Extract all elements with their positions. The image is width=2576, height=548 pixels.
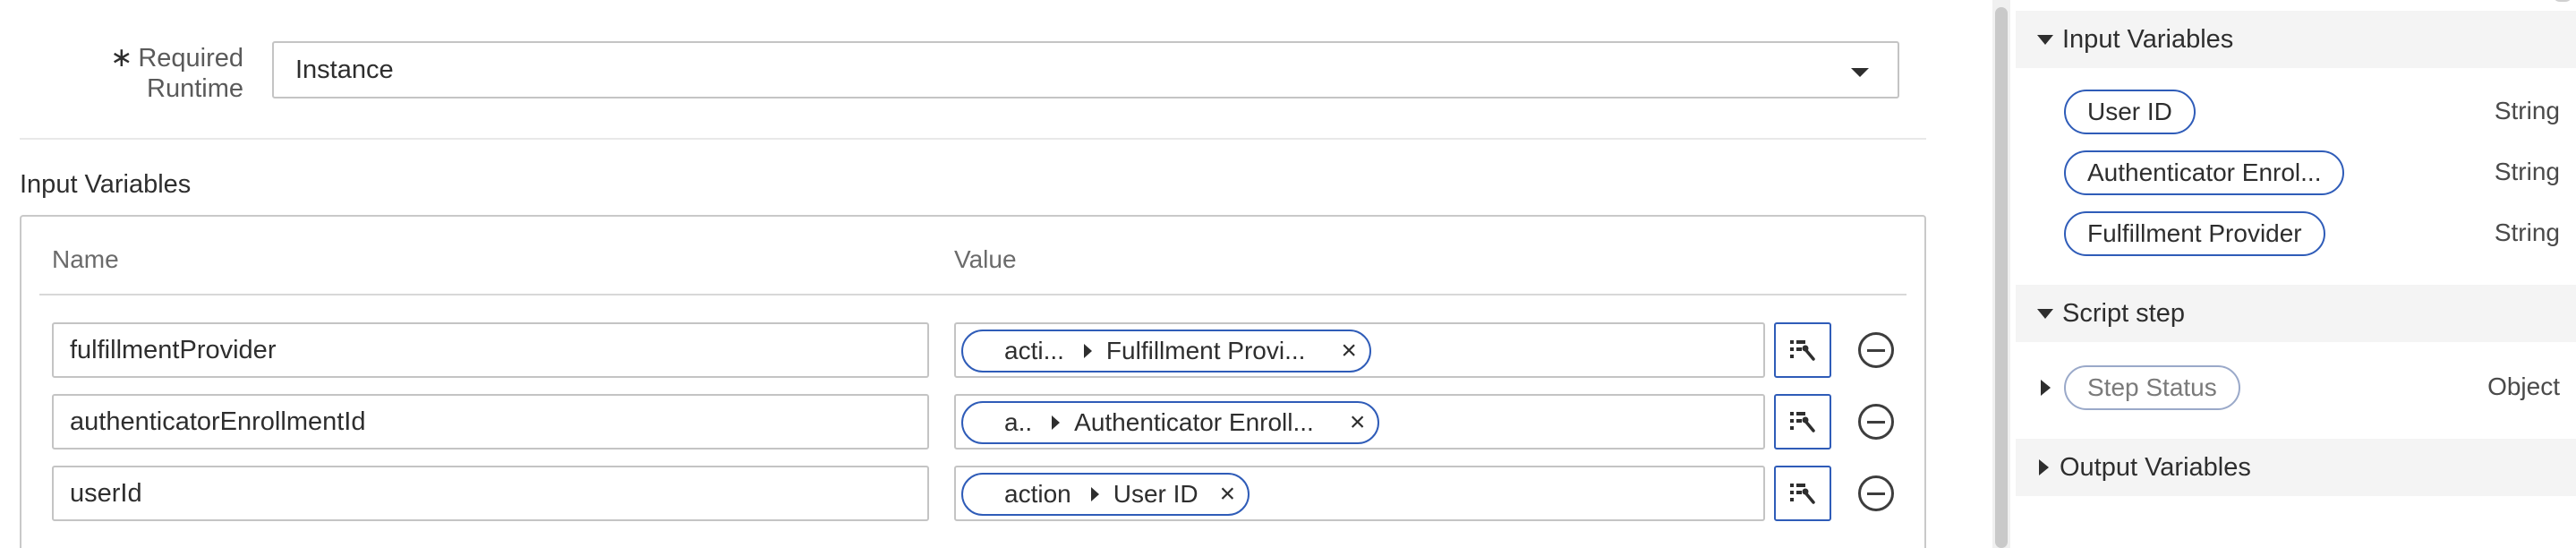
variable-value-input[interactable]: action User ID × [954,466,1765,521]
section-label: Input Variables [2062,24,2234,54]
data-picker-button[interactable] [1774,466,1831,521]
caret-right-icon[interactable] [2041,380,2051,396]
section-divider [20,138,1926,140]
list-item: Step Status Object [2016,365,2576,412]
section-label: Script step [2062,298,2185,328]
pill-prefix: a.. [1004,408,1033,436]
required-marker: ∗ [110,43,133,73]
chevron-right-icon [1083,344,1092,358]
variable-type: String [2494,158,2560,185]
chevron-right-icon [1052,415,1061,430]
variable-name-input[interactable]: userId [52,466,929,521]
remove-row-button[interactable] [1858,475,1894,511]
runtime-label-line2: Runtime [147,74,243,103]
variable-type: String [2494,97,2560,124]
header-divider [39,294,1906,295]
caret-down-icon [2037,34,2053,45]
variable-pill-step-status[interactable]: Step Status [2064,365,2240,410]
data-picker-icon [1790,412,1815,432]
data-panel: Input Variables User ID String Authentic… [2016,0,2576,548]
close-icon[interactable]: × [1220,481,1236,508]
variable-value-input[interactable]: acti... Fulfillment Provi... × [954,322,1765,378]
caret-down-icon [2037,308,2053,319]
data-picker-icon [1790,340,1815,361]
required-runtime-select[interactable]: Instance [272,41,1899,98]
variable-type: String [2494,218,2560,246]
chevron-down-icon [1851,68,1869,77]
pill-label: Fulfillment Provi... [1105,337,1306,364]
data-picker-button[interactable] [1774,394,1831,450]
variable-type: Object [2487,372,2560,400]
pill-prefix: action [1004,480,1071,508]
script-step-section-header[interactable]: Script step [2016,285,2576,342]
caret-right-icon [2039,459,2049,475]
data-picker-icon [1790,484,1815,504]
close-icon[interactable]: × [1350,409,1366,436]
list-item: User ID String [2016,90,2576,136]
required-runtime-label: ∗ Required Runtime [98,43,243,104]
variable-name-input[interactable]: authenticatorEnrollmentId [52,394,929,450]
close-icon[interactable]: × [1341,338,1357,364]
data-pill[interactable]: acti... Fulfillment Provi... × [961,330,1371,372]
variable-pill-fulfillment[interactable]: Fulfillment Provider [2064,211,2325,256]
variable-name-input[interactable]: fulfillmentProvider [52,322,929,378]
variable-value-input[interactable]: a.. Authenticator Enroll... × [954,394,1765,450]
input-variables-section-header[interactable]: Input Variables [2016,11,2576,68]
table-row: fulfillmentProvider acti... Fulfillment … [0,322,1933,380]
pill-label: Authenticator Enroll... [1074,408,1314,436]
vertical-scrollbar[interactable] [1992,0,2010,548]
table-row: authenticatorEnrollmentId a.. Authentica… [0,394,1933,451]
pill-prefix: acti... [1004,337,1064,364]
scrollbar-thumb[interactable] [1995,7,2008,548]
value-column-header: Value [954,245,1017,273]
flow-step-form: ∗ Required Runtime Instance Input Variabl… [0,0,1933,548]
pill-label: User ID [1113,480,1198,508]
runtime-label-line1: Required [138,44,243,73]
list-item: Authenticator Enrol... String [2016,150,2576,197]
list-item: Fulfillment Provider String [2016,211,2576,258]
runtime-select-value: Instance [295,55,394,84]
variable-pill-authenticator[interactable]: Authenticator Enrol... [2064,150,2345,195]
chevron-right-icon [1090,487,1099,501]
remove-row-button[interactable] [1858,404,1894,440]
data-picker-button[interactable] [1774,322,1831,378]
input-variables-title: Input Variables [20,170,192,199]
table-row: userId action User ID × [0,466,1933,523]
data-pill[interactable]: a.. Authenticator Enroll... × [961,401,1380,444]
data-pill[interactable]: action User ID × [961,473,1250,516]
variable-pill-user-id[interactable]: User ID [2064,90,2196,134]
section-label: Output Variables [2060,452,2251,482]
output-variables-section-header[interactable]: Output Variables [2016,439,2576,496]
remove-row-button[interactable] [1858,332,1894,368]
name-column-header: Name [52,245,119,273]
